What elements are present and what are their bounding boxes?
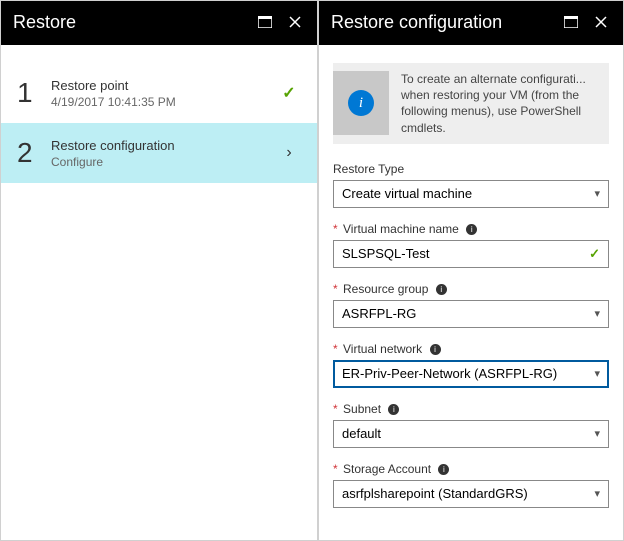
required-icon: * — [333, 402, 338, 416]
vm-name-input[interactable]: ✓ — [333, 240, 609, 268]
storage-account-select[interactable]: ▾ — [333, 480, 609, 508]
wizard-steps: 1 Restore point 4/19/2017 10:41:35 PM ✓ … — [1, 45, 317, 183]
restore-config-blade-title: Restore configuration — [331, 12, 551, 33]
info-icon[interactable]: i — [466, 224, 477, 235]
step-title: Restore configuration — [51, 138, 277, 153]
checkmark-icon: ✓ — [277, 83, 301, 103]
label-vm-name: Virtual machine name — [343, 222, 459, 236]
label-virtual-network: Virtual network — [343, 342, 422, 356]
virtual-network-select[interactable]: ▾ — [333, 360, 609, 388]
field-subnet: * Subnet i ▾ — [333, 402, 609, 448]
checkmark-icon: ✓ — [589, 246, 600, 262]
step-number: 2 — [17, 137, 51, 169]
info-icon[interactable]: i — [430, 344, 441, 355]
subnet-value[interactable] — [342, 426, 594, 441]
info-icon[interactable]: i — [438, 464, 449, 475]
required-icon: * — [333, 342, 338, 356]
subnet-select[interactable]: ▾ — [333, 420, 609, 448]
step-title: Restore point — [51, 78, 277, 93]
restore-icon[interactable] — [255, 12, 275, 32]
restore-icon[interactable] — [561, 12, 581, 32]
chevron-down-icon: ▾ — [594, 187, 600, 200]
info-icon[interactable]: i — [388, 404, 399, 415]
restore-blade-header: Restore — [1, 1, 317, 45]
restore-config-blade: Restore configuration i To create an alt… — [318, 0, 624, 541]
required-icon: * — [333, 222, 338, 236]
restore-type-select[interactable]: ▾ — [333, 180, 609, 208]
info-message: To create an alternate configurati... wh… — [389, 63, 597, 144]
label-resource-group: Resource group — [343, 282, 428, 296]
field-restore-type: Restore Type ▾ — [333, 162, 609, 208]
label-subnet: Subnet — [343, 402, 381, 416]
label-restore-type: Restore Type — [333, 162, 609, 176]
required-icon: * — [333, 282, 338, 296]
restore-type-value[interactable] — [342, 186, 594, 201]
restore-blade-title: Restore — [13, 12, 245, 33]
step-restore-point[interactable]: 1 Restore point 4/19/2017 10:41:35 PM ✓ — [1, 63, 317, 123]
close-icon[interactable] — [591, 12, 611, 32]
restore-config-blade-header: Restore configuration — [319, 1, 623, 45]
step-number: 1 — [17, 77, 51, 109]
virtual-network-value[interactable] — [342, 366, 594, 381]
chevron-right-icon: › — [277, 144, 301, 162]
resource-group-select[interactable]: ▾ — [333, 300, 609, 328]
field-resource-group: * Resource group i ▾ — [333, 282, 609, 328]
vm-name-field[interactable] — [342, 246, 589, 261]
chevron-down-icon: ▾ — [594, 487, 600, 500]
restore-config-form: Restore Type ▾ * Virtual machine name i … — [319, 162, 623, 508]
restore-config-body: i To create an alternate configurati... … — [319, 45, 623, 540]
step-subtitle: 4/19/2017 10:41:35 PM — [51, 95, 277, 109]
chevron-down-icon: ▾ — [594, 367, 600, 380]
required-icon: * — [333, 462, 338, 476]
field-virtual-network: * Virtual network i ▾ — [333, 342, 609, 388]
chevron-down-icon: ▾ — [594, 307, 600, 320]
label-storage-account: Storage Account — [343, 462, 431, 476]
restore-blade-body: 1 Restore point 4/19/2017 10:41:35 PM ✓ … — [1, 45, 317, 540]
info-icon: i — [348, 90, 374, 116]
step-subtitle: Configure — [51, 155, 277, 169]
storage-account-value[interactable] — [342, 486, 594, 501]
resource-group-value[interactable] — [342, 306, 594, 321]
restore-blade: Restore 1 Restore point 4/19/2017 10:41:… — [0, 0, 318, 541]
chevron-down-icon: ▾ — [594, 427, 600, 440]
close-icon[interactable] — [285, 12, 305, 32]
field-storage-account: * Storage Account i ▾ — [333, 462, 609, 508]
step-restore-configuration[interactable]: 2 Restore configuration Configure › — [1, 123, 317, 183]
info-icon[interactable]: i — [436, 284, 447, 295]
info-banner: i To create an alternate configurati... … — [333, 63, 609, 144]
field-vm-name: * Virtual machine name i ✓ — [333, 222, 609, 268]
